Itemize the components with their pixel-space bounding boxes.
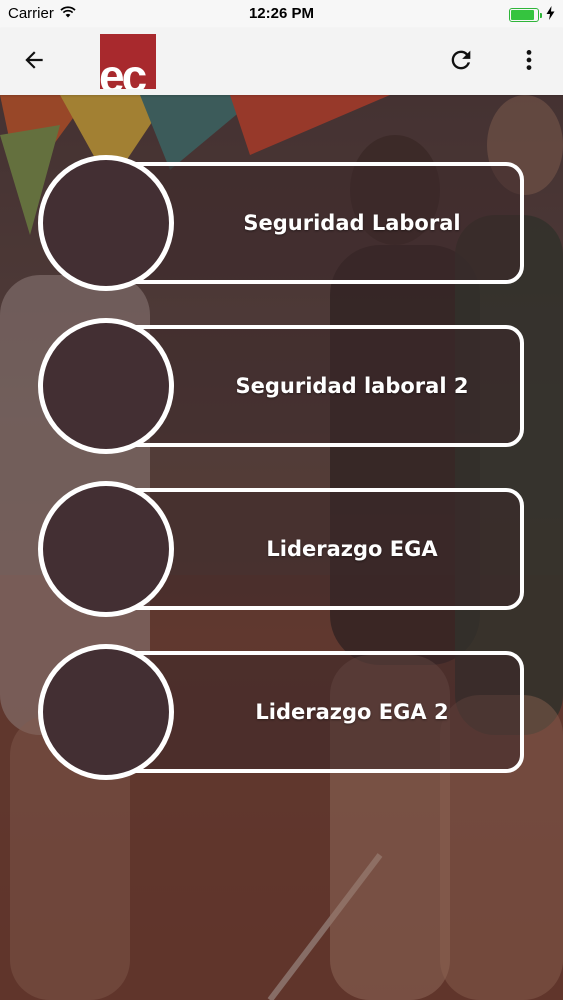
battery-tip <box>540 12 542 18</box>
app-logo: ec <box>100 34 156 89</box>
charging-bolt-icon <box>546 6 555 24</box>
battery-level-fill <box>511 10 535 20</box>
refresh-button[interactable] <box>445 46 477 78</box>
menu-item-liderazgo-ega-2[interactable]: Liderazgo EGA 2 <box>38 644 526 780</box>
menu-item-label: Liderazgo EGA 2 <box>255 700 449 724</box>
app-bar: ec <box>0 28 563 95</box>
menu-item-label: Liderazgo EGA <box>266 537 438 561</box>
more-vertical-icon <box>516 47 542 77</box>
menu-item-seguridad-laboral[interactable]: Seguridad Laboral <box>38 155 526 291</box>
refresh-icon <box>447 46 475 78</box>
menu-item-circle <box>38 644 174 780</box>
back-button[interactable] <box>18 46 50 78</box>
menu-item-circle <box>38 481 174 617</box>
menu-item-circle <box>38 318 174 454</box>
menu-item-label: Seguridad Laboral <box>243 211 461 235</box>
menu-item-label: Seguridad laboral 2 <box>235 374 469 398</box>
menu-item-seguridad-laboral-2[interactable]: Seguridad laboral 2 <box>38 318 526 454</box>
battery-icon <box>509 8 539 22</box>
menu-item-circle <box>38 155 174 291</box>
app-screen: Carrier 12:26 PM ec Seguridad Laboral Se… <box>0 0 563 1000</box>
arrow-left-icon <box>21 47 47 77</box>
status-time: 12:26 PM <box>248 5 315 22</box>
logo-text: ec <box>100 50 147 89</box>
more-options-button[interactable] <box>513 46 545 78</box>
menu-item-liderazgo-ega[interactable]: Liderazgo EGA <box>38 481 526 617</box>
status-right <box>509 6 555 24</box>
status-bar: Carrier 12:26 PM <box>0 0 563 28</box>
